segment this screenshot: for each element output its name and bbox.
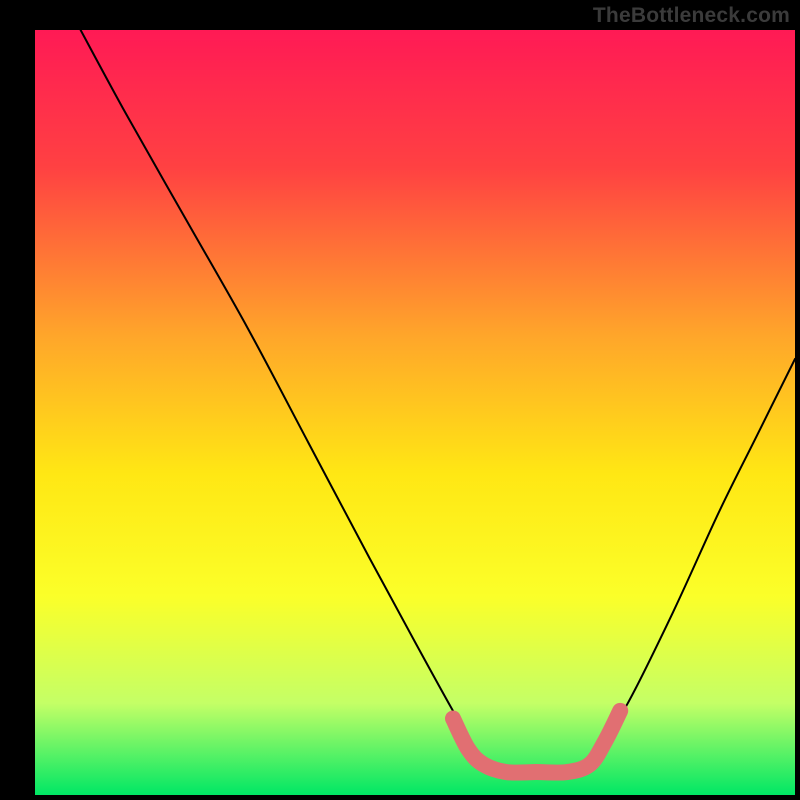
bottleneck-chart: [0, 0, 800, 800]
gradient-background: [35, 30, 795, 795]
chart-frame: TheBottleneck.com: [0, 0, 800, 800]
